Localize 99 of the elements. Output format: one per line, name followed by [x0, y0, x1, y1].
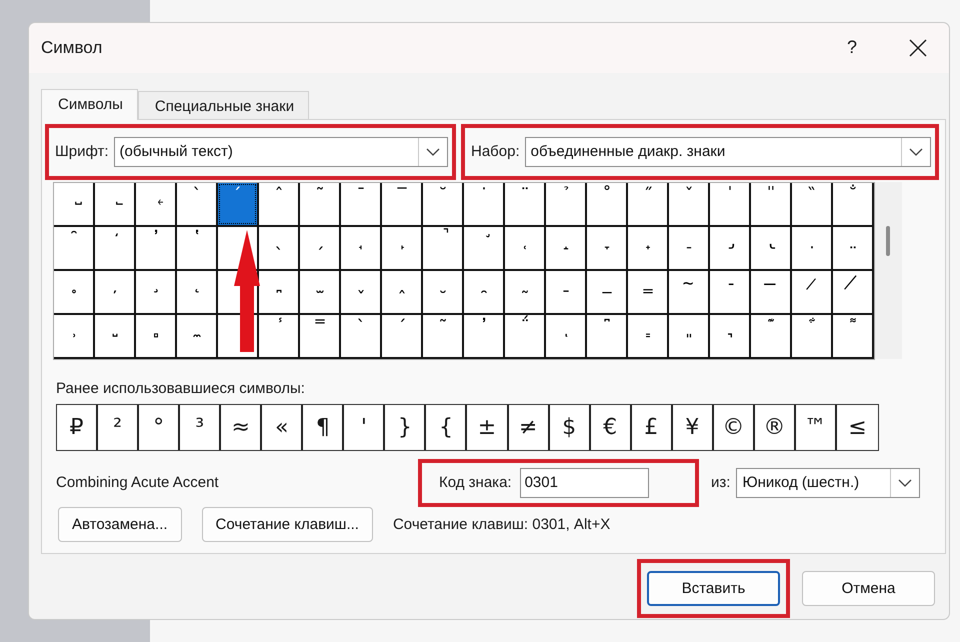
symbol-cell[interactable]: ̰: [505, 270, 546, 315]
symbol-cell[interactable]: ̇: [464, 182, 505, 227]
symbol-cell[interactable]: ͈: [669, 314, 710, 359]
field-label: Шрифт:: [55, 143, 109, 160]
symbol-cell[interactable]: ̠: [669, 226, 710, 271]
symbol-cell[interactable]: ̦: [95, 270, 136, 315]
tab[interactable]: Специальные знаки: [138, 90, 310, 121]
symbol-cell[interactable]: ̫: [300, 270, 341, 315]
symbol-cell[interactable]: ̚: [423, 226, 464, 271]
symbol-cell[interactable]: ̳: [628, 270, 669, 315]
symbol-cell[interactable]: ͅ: [546, 314, 587, 359]
symbol-cell[interactable]: ͊: [751, 314, 792, 359]
symbol-cell[interactable]: ̈́: [505, 314, 546, 359]
window-title: Символ: [41, 38, 104, 58]
symbol-cell[interactable]: ̪: [259, 270, 300, 315]
help-button[interactable]: ?: [846, 37, 857, 58]
symbol-cell[interactable]: ͂: [423, 314, 464, 359]
encoding-dropdown[interactable]: Юникод (шестн.): [736, 468, 920, 498]
symbol-cell[interactable]: ̥: [54, 270, 95, 315]
symbol-cell[interactable]: ̢: [751, 226, 792, 271]
symbol-cell[interactable]: ̄: [341, 182, 382, 227]
symbol-cell[interactable]: ̓: [464, 314, 505, 359]
symbol-cell[interactable]: ̑: [54, 226, 95, 271]
symbol-cell[interactable]: ̅: [382, 182, 423, 227]
insert-button[interactable]: Вставить: [647, 570, 780, 606]
symbol-cell[interactable]: ˾: [95, 182, 136, 227]
symbol-cell[interactable]: ̗: [300, 226, 341, 271]
symbol-cell[interactable]: ̋: [628, 182, 669, 227]
symbol-cell[interactable]: ̡: [710, 226, 751, 271]
symbol-cell[interactable]: ̏: [792, 182, 833, 227]
symbol-cell[interactable]: ́: [382, 314, 423, 359]
symbol-cell[interactable]: ̉: [546, 182, 587, 227]
symbol-cell[interactable]: ̞: [587, 226, 628, 271]
symbol-cell[interactable]: ̝: [546, 226, 587, 271]
dialog-button[interactable]: Автозамена...: [58, 507, 182, 542]
symbol-cell[interactable]: ̿: [300, 314, 341, 359]
symbol-cell[interactable]: ̾: [259, 314, 300, 359]
symbol-cell[interactable]: ̔: [177, 226, 218, 271]
symbol-cell[interactable]: ˽: [54, 182, 95, 227]
field-label: Код знака:: [439, 474, 512, 492]
symbol-cell[interactable]: ̖: [259, 226, 300, 271]
symbol-cell[interactable]: ̂: [259, 182, 300, 227]
symbol-cell[interactable]: ͆: [587, 314, 628, 359]
cancel-button[interactable]: Отмена: [802, 570, 935, 606]
symbol-cell[interactable]: ̀: [177, 182, 218, 227]
tab[interactable]: Символы: [41, 88, 138, 120]
symbol-cell[interactable]: ̺: [95, 314, 136, 359]
symbol-cell[interactable]: ̨: [177, 270, 218, 315]
symbol-cell[interactable]: ̓: [136, 226, 177, 271]
symbol-cell[interactable]: ̹: [54, 314, 95, 359]
character-name: Combining Acute Accent: [56, 474, 220, 492]
section-label: Ранее использовавшиеся символы:: [56, 380, 306, 398]
symbol-cell[interactable]: ͌: [833, 314, 874, 359]
subset-dropdown[interactable]: объединенные диакр. знаки: [524, 136, 931, 167]
shortcut-text: Сочетание клавиш: 0301, Alt+X: [392, 516, 610, 534]
symbol-cell[interactable]: ͉: [710, 314, 751, 359]
field-label: Набор:: [471, 143, 520, 160]
symbol-cell[interactable]: ̶: [751, 270, 792, 315]
symbol-cell[interactable]: ̛: [464, 226, 505, 271]
symbol-cell[interactable]: ̍: [710, 182, 751, 227]
symbol-cell[interactable]: ̴: [669, 270, 710, 315]
scrollbar[interactable]: [875, 182, 902, 359]
symbol-cell[interactable]: ̷: [792, 270, 833, 315]
symbol-cell[interactable]: ̲: [587, 270, 628, 315]
symbol-cell[interactable]: ̻: [136, 314, 177, 359]
symbol-cell[interactable]: ̤: [833, 226, 874, 271]
symbol-cell[interactable]: ̌: [669, 182, 710, 227]
symbol-cell[interactable]: ̈: [505, 182, 546, 227]
symbol-cell[interactable]: ́: [218, 182, 257, 225]
symbol-cell[interactable]: ̃: [300, 182, 341, 227]
symbol-cell[interactable]: ͇: [628, 314, 669, 359]
symbol-cell[interactable]: ˿: [136, 182, 177, 227]
symbol-cell[interactable]: ̐: [833, 182, 874, 227]
symbol-cell[interactable]: ̙: [382, 226, 423, 271]
symbol-cell[interactable]: ̎: [751, 182, 792, 227]
symbol-cell[interactable]: ̵: [710, 270, 751, 315]
symbol-cell[interactable]: ̸: [833, 270, 874, 315]
symbol-cell[interactable]: ̜: [505, 226, 546, 271]
symbol-cell[interactable]: ̣: [792, 226, 833, 271]
symbol-cell[interactable]: ̼: [177, 314, 218, 359]
symbol-cell[interactable]: ̆: [423, 182, 464, 227]
symbol-cell[interactable]: ̯: [464, 270, 505, 315]
field-label: из:: [711, 474, 730, 492]
symbol-cell[interactable]: ̭: [382, 270, 423, 315]
symbol-cell[interactable]: ̘: [341, 226, 382, 271]
symbol-cell[interactable]: ̬: [341, 270, 382, 315]
close-icon[interactable]: [909, 38, 927, 57]
symbol-cell[interactable]: ̱: [546, 270, 587, 315]
symbol-cell[interactable]: ̊: [587, 182, 628, 227]
symbol-cell[interactable]: ͋: [792, 314, 833, 359]
recent-symbol[interactable]: ≤: [836, 404, 878, 450]
symbol-cell[interactable]: ̀: [341, 314, 382, 359]
font-dropdown[interactable]: (обычный текст): [114, 136, 448, 167]
symbol-cell[interactable]: ̒: [95, 226, 136, 271]
dialog-button[interactable]: Сочетание клавиш...: [202, 507, 373, 542]
symbol-cell[interactable]: ̟: [628, 226, 669, 271]
symbol-cell[interactable]: ̧: [136, 270, 177, 315]
symbol-cell[interactable]: ̮: [423, 270, 464, 315]
code-input[interactable]: 0301: [520, 468, 649, 498]
